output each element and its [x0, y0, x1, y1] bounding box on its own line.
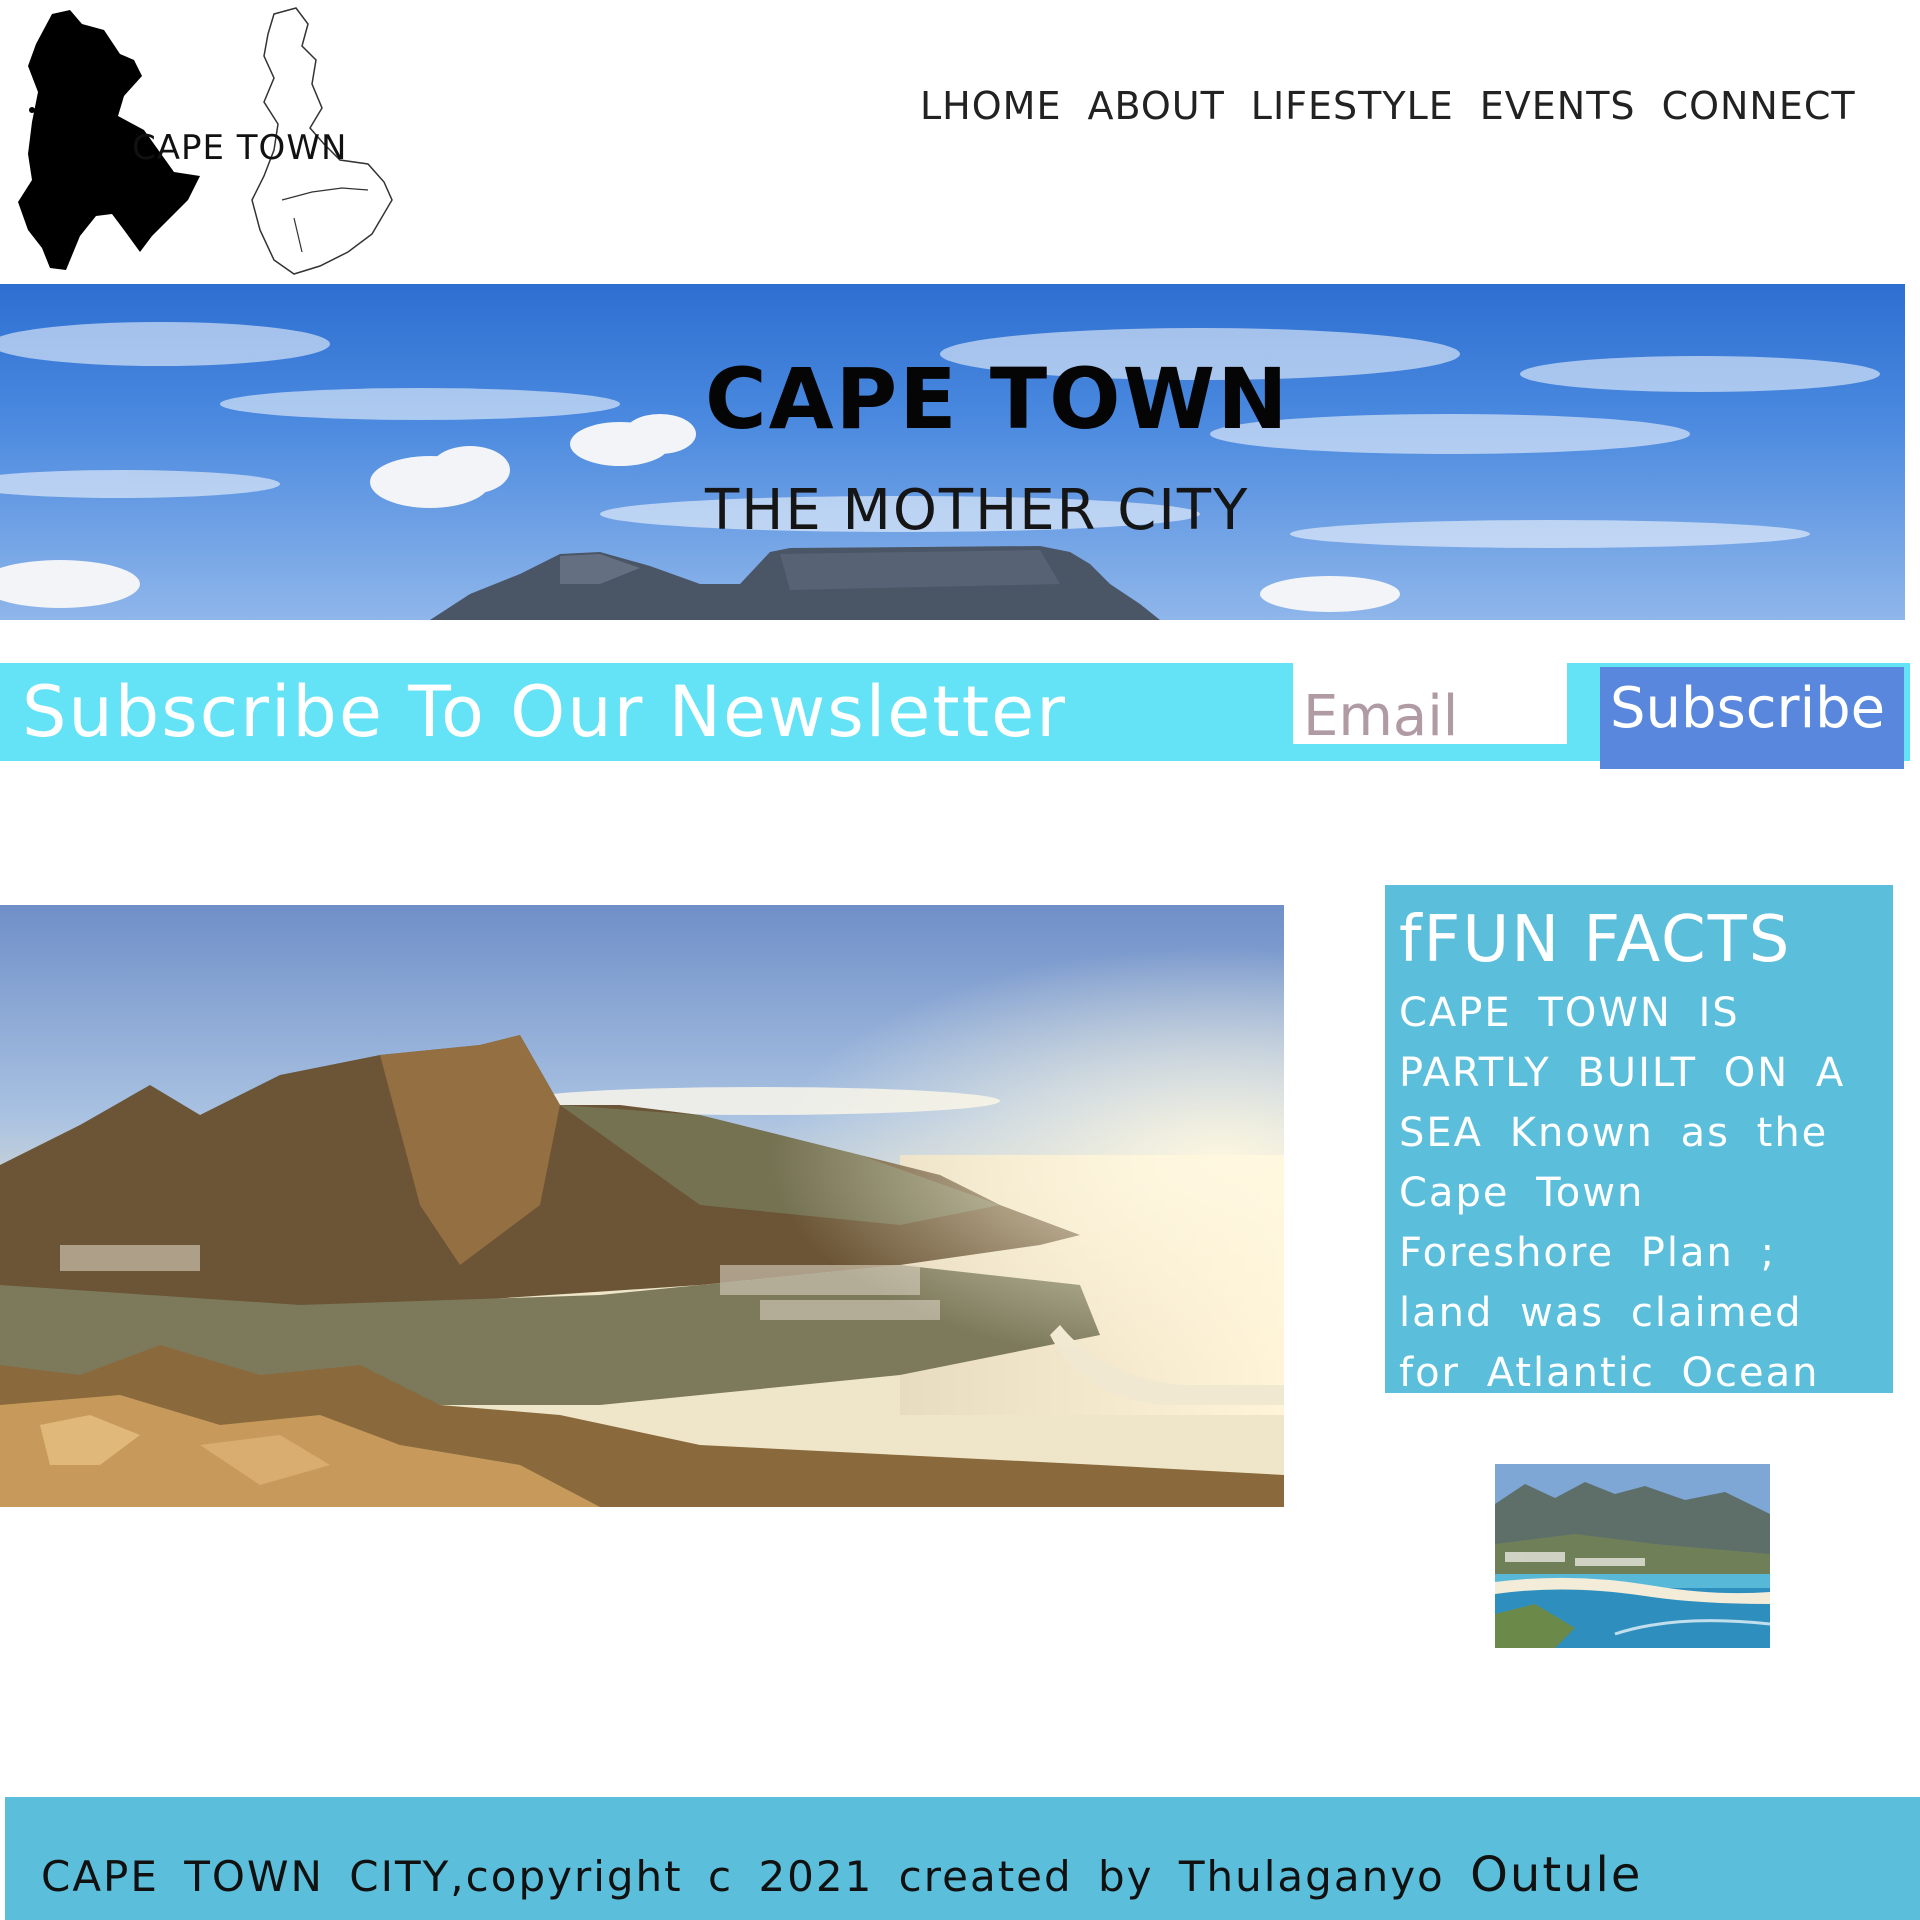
nav-item-events[interactable]: EVENTS [1480, 84, 1636, 128]
logo-text: CAPE TOWN [132, 128, 348, 168]
nav-item-connect[interactable]: CONNECT [1662, 84, 1856, 128]
table-mountain-photo [0, 905, 1284, 1507]
hero-subtitle: THE MOTHER CITY [705, 478, 1250, 543]
nav-item-about[interactable]: ABOUT [1087, 84, 1224, 128]
email-field[interactable] [1293, 660, 1567, 744]
hero-sky-mountain-image [0, 322, 1880, 620]
table-mountain-landscape-image [0, 905, 1284, 1507]
nav-item-lifestyle[interactable]: LIFESTYLE [1251, 84, 1454, 128]
footer-copyright-text: CAPE TOWN CITY,copyright c 2021 created … [41, 1852, 1445, 1901]
camps-bay-photo [1495, 1464, 1770, 1648]
camps-bay-beach-image [1495, 1464, 1770, 1648]
footer-author-name: Outule [1470, 1847, 1643, 1903]
main-nav: LHOME ABOUT LIFESTYLE EVENTS CONNECT [920, 84, 1856, 128]
newsletter-bar: Subscribe To Our Newsletter Subscribe [0, 660, 1910, 769]
subscribe-button[interactable]: Subscribe [1600, 667, 1904, 769]
hero-title: CAPE TOWN [705, 350, 1290, 448]
newsletter-heading: Subscribe To Our Newsletter [22, 671, 1068, 753]
fun-facts-text: CAPE TOWN IS PARTLY BUILT ON A SEA Known… [1399, 990, 1846, 1396]
fun-facts-box: fFUN FACTS CAPE TOWN IS PARTLY BUILT ON … [1385, 885, 1893, 1396]
nav-item-home[interactable]: LHOME [920, 84, 1061, 128]
fun-facts-title: fFUN FACTS [1399, 903, 1792, 977]
footer-copyright: CAPE TOWN CITY,copyright c 2021 created … [41, 1847, 1642, 1903]
site-footer: CAPE TOWN CITY,copyright c 2021 created … [5, 1797, 1920, 1920]
hero-banner: CAPE TOWN THE MOTHER CITY [0, 284, 1905, 620]
